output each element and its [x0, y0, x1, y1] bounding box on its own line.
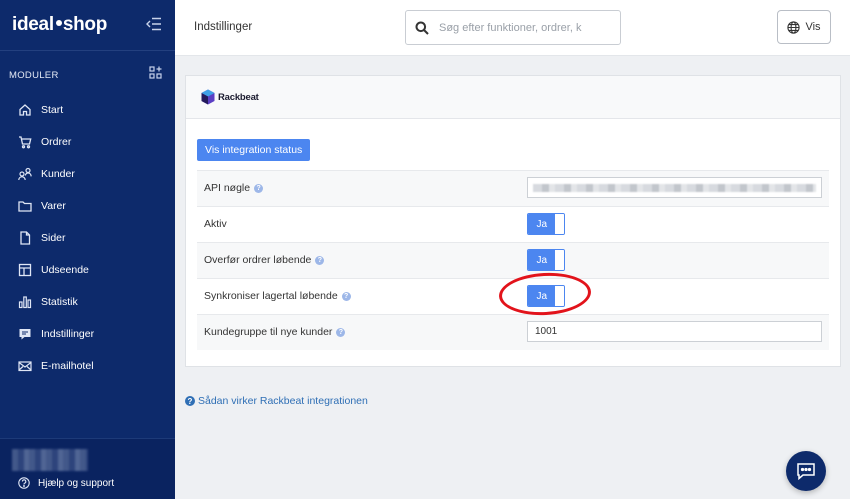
- rackbeat-help-link-text: Sådan virker Rackbeat integrationen: [198, 395, 368, 407]
- sidebar-item-label: Ordrer: [41, 136, 72, 148]
- row-active: Aktiv Ja: [197, 206, 829, 242]
- search-box[interactable]: [405, 10, 621, 45]
- question-circle-icon: [18, 477, 30, 489]
- sidebar-item-label: Start: [41, 104, 64, 116]
- sync-stock-label-text: Synkroniser lagertal løbende: [204, 290, 338, 302]
- transfer-orders-label-text: Overfør ordrer løbende: [204, 254, 312, 266]
- sidebar-item-label: Sider: [41, 232, 66, 244]
- api-key-field-blurred[interactable]: [527, 177, 822, 198]
- sidebar-item-label: Varer: [41, 200, 66, 212]
- toggle-on-label: Ja: [528, 214, 556, 234]
- sidebar-item-indstillinger[interactable]: Indstillinger: [0, 318, 175, 350]
- sidebar-item-label: Statistik: [41, 296, 78, 308]
- rackbeat-help-link[interactable]: ? Sådan virker Rackbeat integrationen: [185, 395, 368, 407]
- row-customer-group: Kundegruppe til nye kunder?: [197, 314, 829, 350]
- active-label: Aktiv: [204, 218, 227, 230]
- cart-icon: [18, 135, 32, 149]
- sidebar-item-varer[interactable]: Varer: [0, 190, 175, 222]
- brand-logo[interactable]: ideal shop: [12, 14, 107, 36]
- chat-button[interactable]: [786, 451, 826, 491]
- rackbeat-logo: Rackbeat: [201, 89, 259, 105]
- page-title: Indstillinger: [194, 21, 253, 33]
- sidebar-item-label: Kunder: [41, 168, 75, 180]
- page-icon: [18, 231, 32, 245]
- help-tooltip-icon[interactable]: ?: [341, 291, 351, 301]
- integration-status-button[interactable]: Vis integration status: [197, 139, 311, 161]
- brand-right: shop: [62, 14, 107, 35]
- sync-stock-label: Synkroniser lagertal løbende?: [204, 290, 351, 302]
- help-tooltip-icon[interactable]: ?: [336, 327, 346, 337]
- row-transfer-orders: Overfør ordrer løbende? Ja: [197, 242, 829, 278]
- card-header: Rackbeat: [186, 76, 840, 119]
- customers-icon: [18, 167, 32, 181]
- transfer-orders-toggle[interactable]: Ja: [527, 249, 565, 271]
- active-toggle[interactable]: Ja: [527, 213, 565, 235]
- api-key-blur: [533, 184, 816, 192]
- sync-stock-control: Ja: [527, 285, 565, 307]
- toggle-knob: [555, 286, 564, 306]
- rackbeat-logo-text: Rackbeat: [218, 91, 259, 103]
- globe-icon: [787, 20, 801, 34]
- sidebar-item-label: E-mailhotel: [41, 360, 94, 372]
- search-icon: [415, 21, 429, 35]
- sync-stock-toggle[interactable]: Ja: [527, 285, 565, 307]
- sidebar-footer: Hjælp og support: [0, 438, 175, 499]
- view-store-label: Vis: [805, 21, 821, 33]
- folder-icon: [18, 199, 32, 213]
- integration-card: Rackbeat Vis integration status API nøgl…: [185, 75, 841, 367]
- api-key-label-text: API nøgle: [204, 182, 251, 194]
- modules-label: MODULER: [9, 70, 59, 81]
- sidebar-item-ordrer[interactable]: Ordrer: [0, 126, 175, 158]
- transfer-orders-control: Ja: [527, 249, 565, 271]
- topbar: Indstillinger Vis: [175, 0, 850, 56]
- search-input[interactable]: [439, 21, 609, 34]
- active-control: Ja: [527, 213, 565, 235]
- help-tooltip-icon[interactable]: ?: [254, 183, 264, 193]
- toggle-knob: [555, 250, 564, 270]
- help-support-link[interactable]: Hjælp og support: [18, 477, 114, 489]
- home-icon: [18, 103, 32, 117]
- sidebar-item-label: Udseende: [41, 264, 89, 276]
- sidebar-item-start[interactable]: Start: [0, 94, 175, 126]
- chat-bubble-icon: [796, 462, 816, 481]
- sidebar: ideal shop MODULER Start Ordrer Kunder Va…: [0, 0, 175, 499]
- sidebar-item-sider[interactable]: Sider: [0, 222, 175, 254]
- sidebar-nav: Start Ordrer Kunder Varer Sider Udseende…: [0, 94, 175, 382]
- help-support-label: Hjælp og support: [38, 477, 115, 489]
- rackbeat-cube-icon: [201, 89, 215, 105]
- layout-icon: [18, 263, 32, 277]
- sidebar-item-label: Indstillinger: [41, 328, 95, 340]
- customer-group-label-text: Kundegruppe til nye kunder: [204, 326, 333, 338]
- sidebar-divider: [0, 50, 175, 51]
- active-label-text: Aktiv: [204, 218, 227, 230]
- brand-dot: [55, 20, 62, 27]
- customer-group-control: [527, 321, 822, 342]
- user-account-blurred[interactable]: [12, 449, 88, 471]
- api-key-control: [527, 177, 822, 198]
- row-sync-stock: Synkroniser lagertal løbende? Ja: [197, 278, 829, 314]
- customer-group-label: Kundegruppe til nye kunder?: [204, 326, 346, 338]
- brand-left: ideal: [12, 14, 54, 35]
- toggle-on-label: Ja: [528, 250, 556, 270]
- row-api-key: API nøgle?: [197, 170, 829, 206]
- api-key-label: API nøgle?: [204, 182, 264, 194]
- collapse-sidebar-icon[interactable]: [146, 17, 162, 31]
- view-store-button[interactable]: Vis: [777, 10, 831, 44]
- transfer-orders-label: Overfør ordrer løbende?: [204, 254, 325, 266]
- mail-icon: [18, 359, 32, 373]
- sidebar-item-e-mailhotel[interactable]: E-mailhotel: [0, 350, 175, 382]
- sidebar-item-statistik[interactable]: Statistik: [0, 286, 175, 318]
- settings-icon: [18, 327, 32, 341]
- customer-group-input[interactable]: [527, 321, 822, 342]
- toggle-on-label: Ja: [528, 286, 556, 306]
- question-circle-icon: ?: [185, 396, 195, 406]
- sidebar-item-kunder[interactable]: Kunder: [0, 158, 175, 190]
- settings-rows: API nøgle? Aktiv Ja Overfør ordrer løben…: [197, 170, 829, 350]
- sidebar-item-udseende[interactable]: Udseende: [0, 254, 175, 286]
- add-module-icon[interactable]: [149, 66, 162, 79]
- chart-icon: [18, 295, 32, 309]
- toggle-knob: [555, 214, 564, 234]
- help-tooltip-icon[interactable]: ?: [315, 255, 325, 265]
